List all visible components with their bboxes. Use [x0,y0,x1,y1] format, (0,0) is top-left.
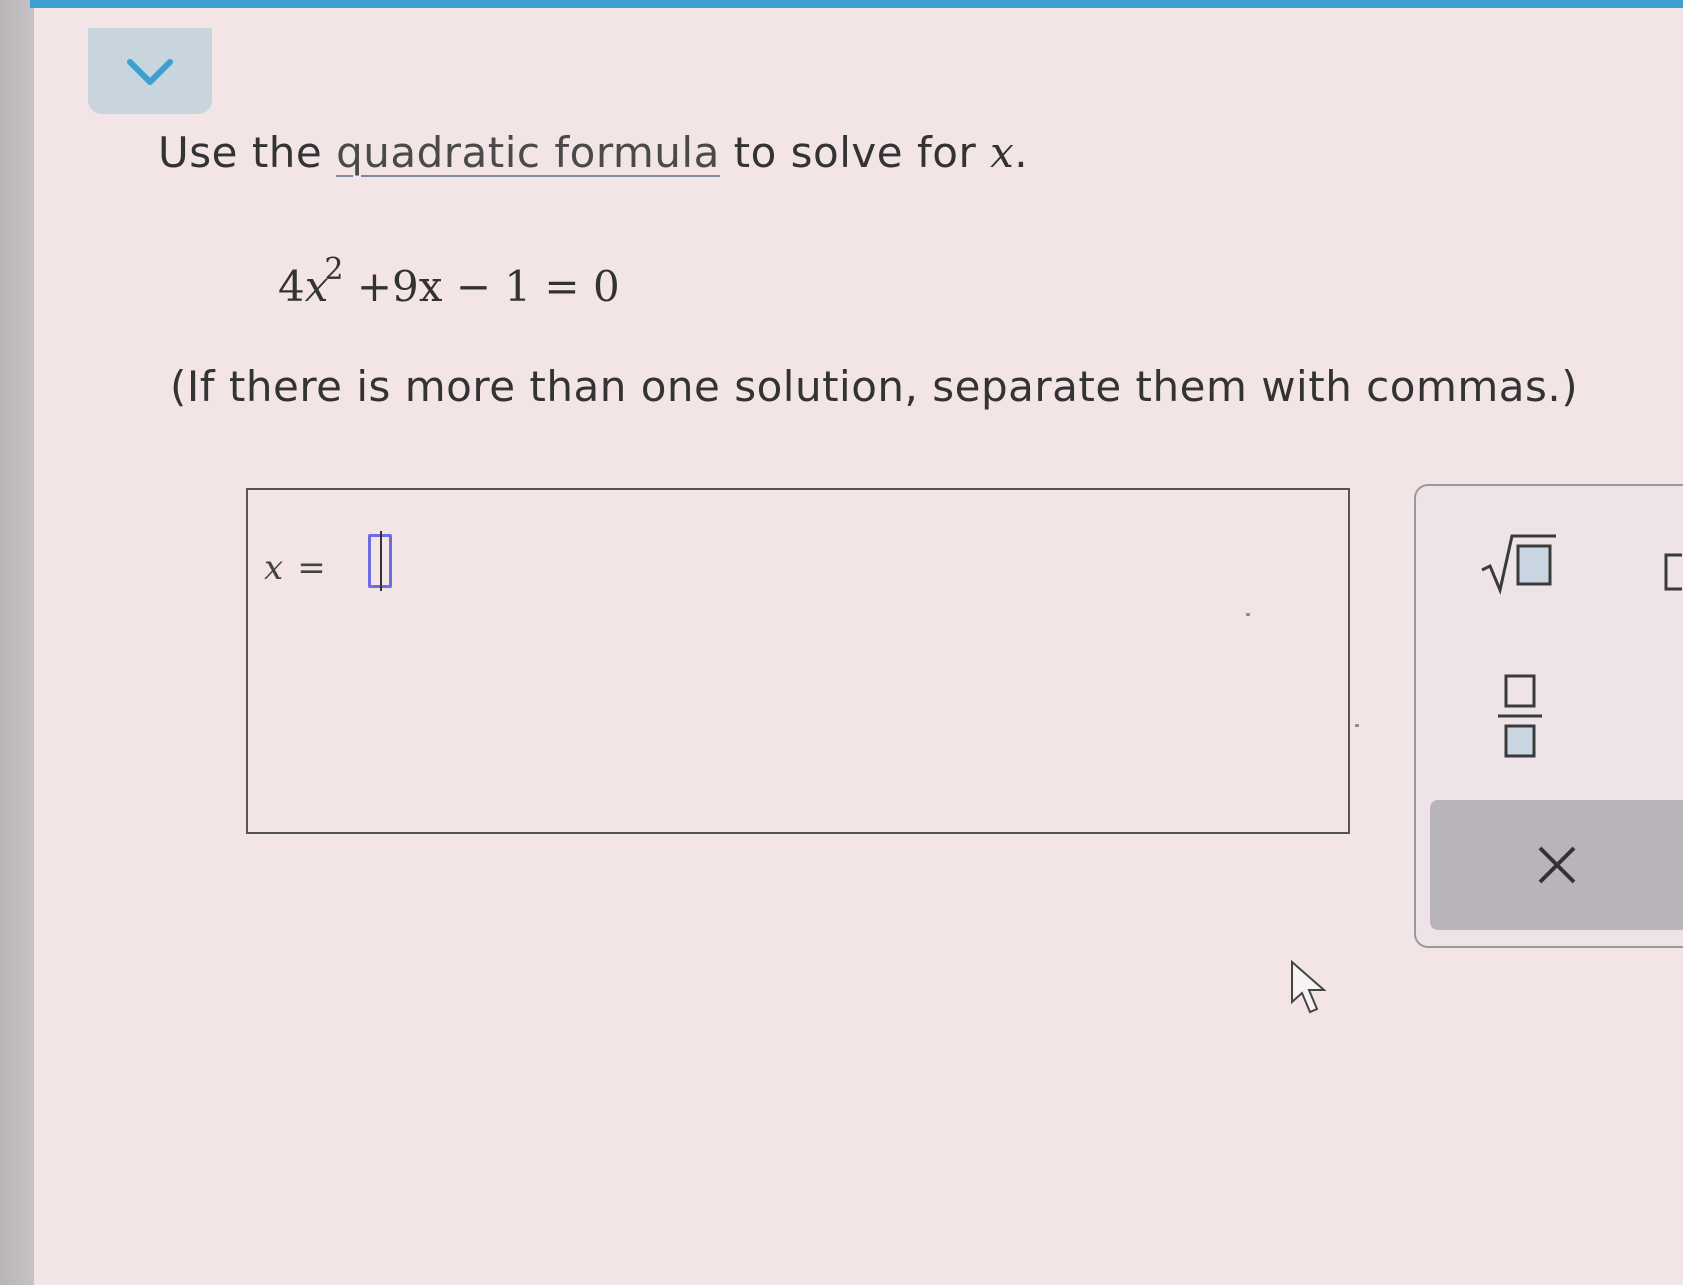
collapse-toggle-button[interactable] [88,28,212,114]
fraction-icon [1498,674,1542,758]
screen-speck [1246,613,1250,616]
equation-exponent: 2 [324,252,344,287]
answer-variable: x [264,548,284,588]
bracket-button[interactable] [1662,552,1683,592]
instruction-variable: x [990,128,1015,177]
equation: 4x2 +9x − 1 = 0 [278,252,620,311]
screen-speck [1355,724,1359,727]
instruction-text-before: Use the [158,128,337,177]
sqrt-icon [1481,534,1556,595]
quadratic-formula-link[interactable]: quadratic formula [336,128,720,177]
chevron-down-icon [127,59,173,85]
mouse-pointer-icon [1291,960,1327,1014]
answer-equals: = [297,548,326,588]
instruction-text-after: to solve for [719,128,991,177]
top-accent-bar [30,0,1683,8]
answer-label: x = [264,548,326,588]
instruction-period: . [1014,128,1029,177]
answer-area[interactable] [246,488,1350,834]
fraction-button[interactable] [1494,672,1546,760]
question-instruction: Use the quadratic formula to solve for x… [158,128,1028,177]
close-icon [1538,846,1575,884]
answer-hint: (If there is more than one solution, sep… [170,362,1579,411]
clear-button[interactable] [1430,800,1683,930]
input-cursor [368,531,392,591]
equation-remainder: +9x − 1 = 0 [343,262,620,311]
answer-input[interactable] [364,530,400,592]
bracket-icon [1664,553,1682,591]
square-root-button[interactable] [1478,530,1558,596]
equation-coefficient: 4 [278,262,305,311]
